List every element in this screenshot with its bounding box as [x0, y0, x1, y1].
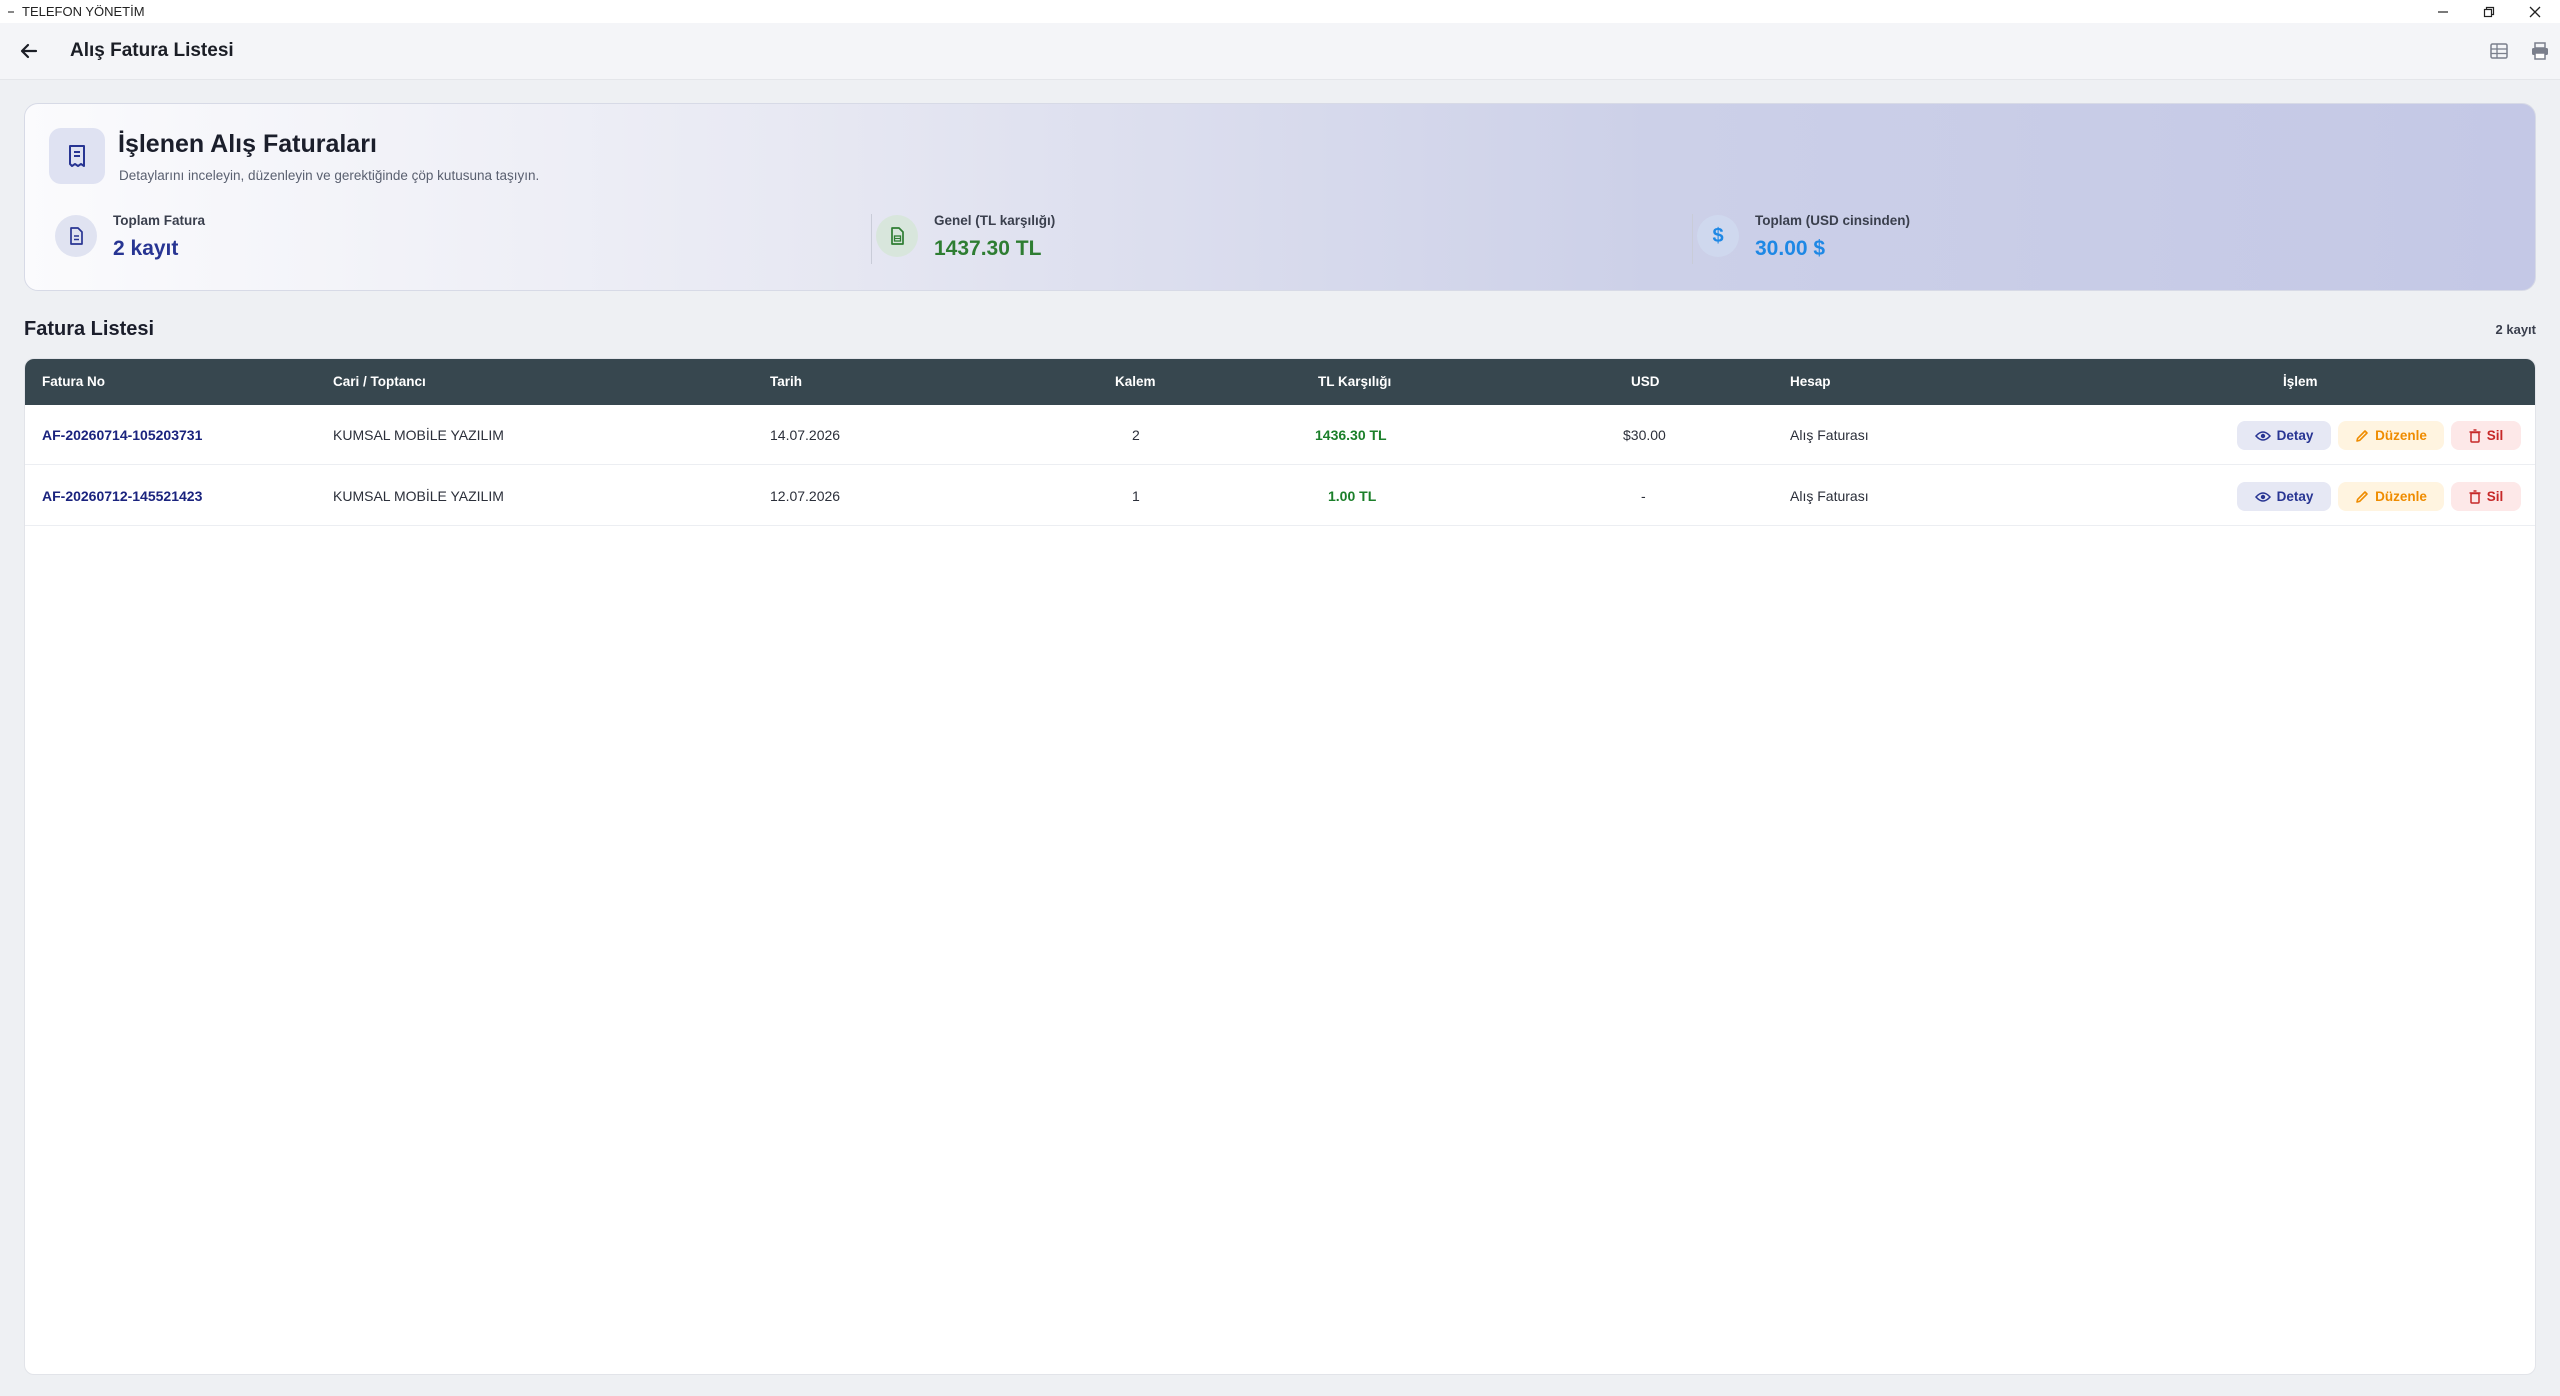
- back-button[interactable]: [14, 36, 44, 66]
- stat-label: Toplam (USD cinsinden): [1755, 213, 1911, 228]
- column-header: İşlem: [2283, 374, 2318, 389]
- pencil-icon: [2356, 429, 2368, 442]
- usd-amount: -: [1641, 488, 1646, 504]
- edit-label: Düzenle: [2375, 489, 2427, 504]
- divider: [871, 214, 872, 264]
- printer-icon: [2532, 42, 2548, 60]
- column-header: Tarih: [770, 374, 803, 389]
- close-window-button[interactable]: [2512, 0, 2558, 23]
- date: 12.07.2026: [770, 488, 841, 504]
- supplier: KUMSAL MOBİLE YAZILIM: [333, 488, 504, 504]
- account: Alış Faturası: [1790, 427, 1869, 443]
- receipt-icon: [49, 128, 105, 184]
- invoice-table: Fatura No Cari / Toptancı Tarih Kalem TL…: [24, 358, 2536, 1375]
- column-header: Fatura No: [42, 374, 106, 389]
- delete-button[interactable]: Sil: [2451, 421, 2521, 450]
- table-row[interactable]: AF-20260712-145521423 KUMSAL MOBİLE YAZI…: [25, 466, 2535, 526]
- stat-label: Toplam Fatura: [113, 213, 206, 228]
- column-header: USD: [1631, 374, 1660, 389]
- column-header: Cari / Toptancı: [333, 374, 426, 389]
- summary-card: İşlenen Alış Faturaları Detaylarını ince…: [24, 103, 2536, 291]
- close-icon: [2529, 6, 2541, 17]
- eye-icon: [2254, 491, 2271, 502]
- detail-label: Detay: [2276, 428, 2314, 443]
- stat-value: 2 kayıt: [113, 237, 179, 260]
- minimize-button[interactable]: [2420, 0, 2466, 23]
- app-bar: Alış Fatura Listesi: [0, 23, 2560, 80]
- supplier: KUMSAL MOBİLE YAZILIM: [333, 427, 504, 443]
- account: Alış Faturası: [1790, 488, 1869, 504]
- detail-label: Detay: [2276, 489, 2314, 504]
- restore-button[interactable]: [2466, 0, 2512, 23]
- edit-label: Düzenle: [2375, 428, 2427, 443]
- record-count: 2 kayıt: [2495, 322, 2536, 337]
- edit-button[interactable]: Düzenle: [2338, 421, 2444, 450]
- window-title: TELEFON YÖNETİM: [22, 4, 145, 19]
- delete-label: Sil: [2486, 428, 2504, 443]
- delete-button[interactable]: Sil: [2451, 482, 2521, 511]
- invoice-number[interactable]: AF-20260714-105203731: [42, 405, 202, 465]
- window-titlebar: TELEFON YÖNETİM: [0, 0, 2560, 23]
- pencil-icon: [2356, 490, 2368, 503]
- date: 14.07.2026: [770, 427, 841, 443]
- trash-icon: [2469, 428, 2481, 443]
- column-header: Hesap: [1790, 374, 1831, 389]
- section-title: Fatura Listesi: [24, 318, 155, 340]
- table-header: Fatura No Cari / Toptancı Tarih Kalem TL…: [25, 359, 2535, 405]
- page-title: Alış Fatura Listesi: [70, 40, 234, 61]
- summary-title: İşlenen Alış Faturaları: [118, 130, 377, 158]
- invoice-number[interactable]: AF-20260712-145521423: [42, 466, 202, 526]
- summary-subtitle: Detaylarını inceleyin, düzenleyin ve ger…: [119, 168, 540, 183]
- detail-button[interactable]: Detay: [2237, 421, 2331, 450]
- eye-icon: [2254, 430, 2271, 441]
- invoice-icon: [876, 215, 918, 257]
- app-icon: [8, 10, 14, 13]
- tl-amount: 1.00 TL: [1328, 488, 1377, 504]
- trash-icon: [2469, 489, 2481, 504]
- restore-icon: [2483, 6, 2495, 17]
- column-header: Kalem: [1115, 374, 1156, 389]
- delete-label: Sil: [2486, 489, 2504, 504]
- document-icon: [55, 215, 97, 257]
- export-excel-button[interactable]: [2486, 38, 2512, 64]
- minimize-icon: [2438, 10, 2448, 13]
- item-count: 2: [1132, 427, 1140, 443]
- column-header: TL Karşılığı: [1318, 374, 1392, 389]
- item-count: 1: [1132, 488, 1140, 504]
- usd-amount: $30.00: [1623, 427, 1666, 443]
- stat-label: Genel (TL karşılığı): [934, 213, 1056, 228]
- tl-amount: 1436.30 TL: [1315, 427, 1387, 443]
- dollar-icon: $: [1697, 215, 1739, 257]
- divider: [1692, 214, 1693, 264]
- edit-button[interactable]: Düzenle: [2338, 482, 2444, 511]
- arrow-left-icon: [20, 43, 38, 59]
- stat-value: 30.00 $: [1755, 237, 1826, 260]
- print-button[interactable]: [2527, 38, 2553, 64]
- detail-button[interactable]: Detay: [2237, 482, 2331, 511]
- table-export-icon: [2490, 43, 2508, 59]
- stat-value: 1437.30 TL: [934, 237, 1042, 260]
- table-row[interactable]: AF-20260714-105203731 KUMSAL MOBİLE YAZI…: [25, 405, 2535, 465]
